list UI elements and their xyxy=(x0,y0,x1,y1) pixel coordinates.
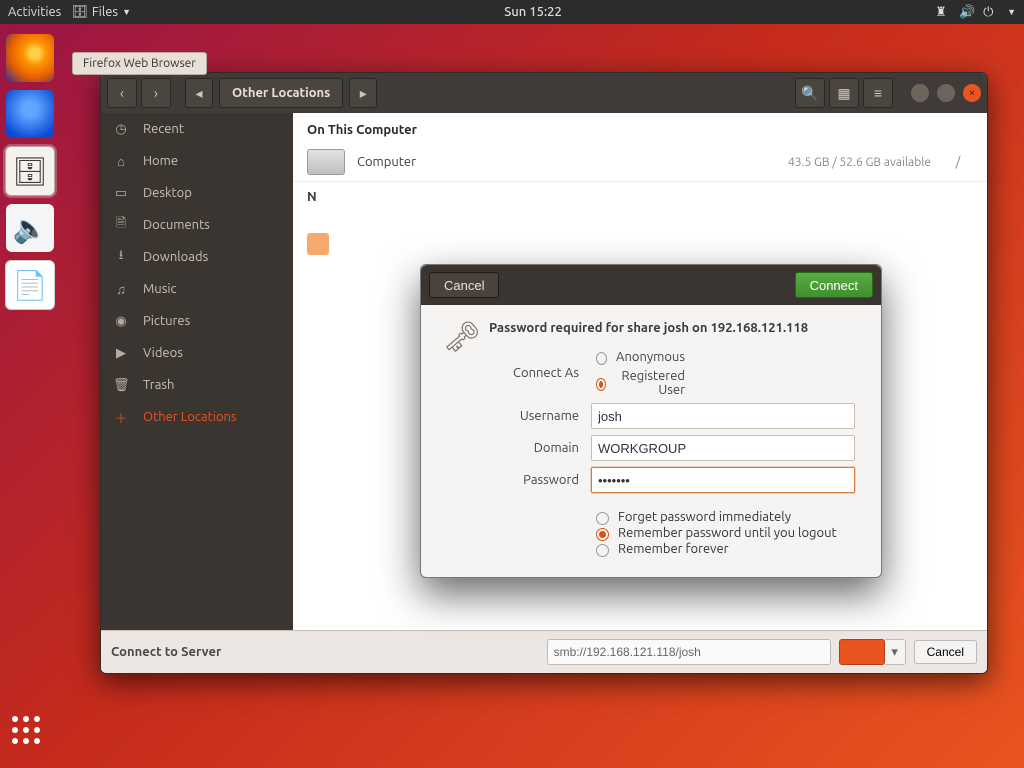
dialog-cancel-button[interactable]: Cancel xyxy=(429,272,499,298)
sidebar-item-label: Downloads xyxy=(143,250,208,264)
device-mountpoint: / xyxy=(943,155,973,169)
app-menu-label: Files xyxy=(92,5,118,19)
radio-label: Forget password immediately xyxy=(618,510,791,524)
radio-forget-immediately[interactable]: Forget password immediately xyxy=(591,509,861,525)
password-label: Password xyxy=(485,473,579,487)
dock-files[interactable]: 🗄 xyxy=(5,146,55,196)
volume-icon[interactable]: 🔊 xyxy=(959,5,973,19)
search-button[interactable]: 🔍 xyxy=(795,78,825,108)
connect-go-button[interactable] xyxy=(839,639,885,665)
sidebar-item-label: Other Locations xyxy=(143,410,237,424)
group-header-networks: N xyxy=(293,182,987,208)
sidebar-item-label: Pictures xyxy=(143,314,190,328)
music-icon: ♫ xyxy=(113,282,129,297)
forward-button[interactable]: › xyxy=(141,78,171,108)
window-minimize-button[interactable] xyxy=(911,84,929,102)
launcher-dock: 🗄 🔈 📄 xyxy=(0,24,60,768)
device-name: Computer xyxy=(357,155,416,169)
radio-registered-user[interactable]: Registered User xyxy=(591,369,685,397)
recent-servers-button[interactable]: ▾ xyxy=(885,639,906,665)
harddisk-icon xyxy=(307,149,345,175)
chevron-down-icon[interactable]: ▼ xyxy=(1007,7,1016,17)
sidebar-item-label: Documents xyxy=(143,218,210,232)
keys-icon: 🗝 xyxy=(443,319,481,355)
sidebar-item-desktop[interactable]: ▭ Desktop xyxy=(101,177,293,209)
sidebar-item-downloads[interactable]: ⭳ Downloads xyxy=(101,241,293,273)
show-applications-button[interactable] xyxy=(12,716,48,752)
dock-libreoffice-writer[interactable]: 📄 xyxy=(5,260,55,310)
sidebar-item-trash[interactable]: 🗑 Trash xyxy=(101,369,293,401)
videos-icon: ▶ xyxy=(113,346,129,361)
sidebar-item-videos[interactable]: ▶ Videos xyxy=(101,337,293,369)
sidebar-item-label: Home xyxy=(143,154,178,168)
password-dialog: Cancel Connect 🗝 Password required for s… xyxy=(420,264,882,578)
device-row-computer[interactable]: Computer 43.5 GB / 52.6 GB available / xyxy=(293,143,987,182)
radio-label: Remember password until you logout xyxy=(618,526,837,540)
radio-anonymous[interactable]: Anonymous xyxy=(591,349,685,365)
clock[interactable]: Sun 15:22 xyxy=(131,5,935,19)
dock-thunderbird[interactable] xyxy=(6,90,54,138)
sidebar-item-label: Trash xyxy=(143,378,174,392)
username-label: Username xyxy=(485,409,579,423)
path-next-button[interactable]: ▸ xyxy=(349,78,377,108)
documents-icon: 🗎 xyxy=(113,214,129,236)
dock-rhythmbox[interactable]: 🔈 xyxy=(6,204,54,252)
places-sidebar: ◷ Recent ⌂ Home ▭ Desktop 🗎 Documents ⭳ Downl… xyxy=(101,113,293,631)
chevron-down-icon: ▼ xyxy=(122,7,131,17)
radio-label: Anonymous xyxy=(616,350,685,364)
sidebar-item-recent[interactable]: ◷ Recent xyxy=(101,113,293,145)
dialog-headerbar: Cancel Connect xyxy=(421,265,881,305)
sidebar-item-documents[interactable]: 🗎 Documents xyxy=(101,209,293,241)
device-stats: 43.5 GB / 52.6 GB available xyxy=(428,156,931,169)
connect-to-server-bar: Connect to Server ▾ Cancel xyxy=(101,630,987,673)
clock-icon: ◷ xyxy=(113,122,129,137)
app-menu[interactable]: 🗄 Files ▼ xyxy=(71,5,131,20)
dock-tooltip: Firefox Web Browser xyxy=(72,52,207,75)
window-close-button[interactable]: × xyxy=(963,84,981,102)
username-input[interactable] xyxy=(591,403,855,429)
group-header-on-this-computer: On This Computer xyxy=(293,113,987,143)
sidebar-item-label: Recent xyxy=(143,122,184,136)
sidebar-item-label: Desktop xyxy=(143,186,192,200)
home-icon: ⌂ xyxy=(113,154,129,169)
back-button[interactable]: ‹ xyxy=(107,78,137,108)
password-input[interactable] xyxy=(591,467,855,493)
path-segment[interactable]: Other Locations xyxy=(219,78,343,108)
power-icon[interactable]: ⏻ xyxy=(983,5,997,19)
network-icon[interactable]: ♜ xyxy=(935,5,949,19)
radio-remember-forever[interactable]: Remember forever xyxy=(591,541,861,557)
domain-label: Domain xyxy=(485,441,579,455)
plus-icon: ＋ xyxy=(113,408,129,427)
sidebar-item-label: Videos xyxy=(143,346,183,360)
server-address-input[interactable] xyxy=(547,639,831,665)
path-up-button[interactable]: ◂ xyxy=(185,78,213,108)
pictures-icon: ◉ xyxy=(113,314,129,329)
files-icon: 🗄 xyxy=(71,5,88,20)
sidebar-item-home[interactable]: ⌂ Home xyxy=(101,145,293,177)
dock-firefox[interactable] xyxy=(6,34,54,82)
view-toggle-button[interactable]: ▦ xyxy=(829,78,859,108)
dialog-title: Password required for share josh on 192.… xyxy=(489,321,861,335)
gnome-top-bar: Activities 🗄 Files ▼ Sun 15:22 ♜ 🔊 ⏻ ▼ xyxy=(0,0,1024,24)
sidebar-item-label: Music xyxy=(143,282,177,296)
network-item-icon[interactable] xyxy=(307,233,329,255)
connect-label: Connect to Server xyxy=(111,645,221,659)
window-maximize-button[interactable] xyxy=(937,84,955,102)
window-headerbar: ‹ › ◂ Other Locations ▸ 🔍 ▦ ≡ × xyxy=(101,73,987,113)
radio-remember-until-logout[interactable]: Remember password until you logout xyxy=(591,525,861,541)
radio-label: Registered User xyxy=(615,369,685,397)
downloads-icon: ⭳ xyxy=(113,246,129,268)
sidebar-item-music[interactable]: ♫ Music xyxy=(101,273,293,305)
desktop-icon: ▭ xyxy=(113,186,129,201)
sidebar-item-other-locations[interactable]: ＋ Other Locations xyxy=(101,401,293,433)
activities-button[interactable]: Activities xyxy=(8,5,61,19)
connect-cancel-button[interactable]: Cancel xyxy=(914,640,977,664)
radio-label: Remember forever xyxy=(618,542,729,556)
hamburger-menu-button[interactable]: ≡ xyxy=(863,78,893,108)
trash-icon: 🗑 xyxy=(113,378,129,393)
sidebar-item-pictures[interactable]: ◉ Pictures xyxy=(101,305,293,337)
connect-as-label: Connect As xyxy=(485,366,579,380)
dialog-connect-button[interactable]: Connect xyxy=(795,272,873,298)
domain-input[interactable] xyxy=(591,435,855,461)
